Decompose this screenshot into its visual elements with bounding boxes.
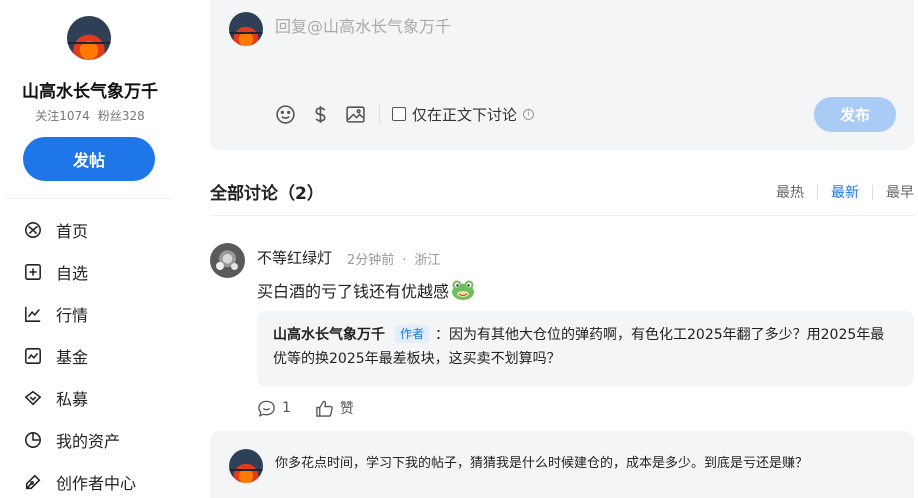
current-user-avatar: [229, 12, 263, 46]
author-reply-box: 山高水长气象万千 作者 ：因为有其他大仓位的弹药啊，有色化工2025年翻了多少？用2…: [257, 311, 914, 386]
following-count[interactable]: 关注1074: [35, 109, 90, 123]
publish-button[interactable]: 发布: [814, 97, 896, 132]
meta-dot: ·: [402, 253, 407, 268]
sidebar: 山高水长气象万千 关注1074 粉丝328 发帖 首页 自选 行情 基金 私募 …: [0, 0, 180, 498]
image-button[interactable]: [344, 103, 366, 125]
frog-emoji-icon: [452, 280, 475, 300]
discuss-in-body-checkbox[interactable]: [392, 107, 406, 121]
image-icon: [345, 105, 365, 123]
comment-bubble-icon: [258, 400, 275, 417]
commenter-avatar[interactable]: [210, 243, 245, 278]
pie-chart-icon: [25, 432, 41, 448]
fund-chart-icon: [25, 348, 41, 364]
comment-meta: 2分钟前 · 浙江: [347, 249, 440, 268]
sidebar-item-watchlist[interactable]: 自选: [0, 251, 180, 293]
discussion-title: 全部讨论（2）: [210, 184, 324, 204]
smiley-icon: [275, 104, 295, 124]
checkbox-label: 仅在正文下讨论: [412, 105, 518, 124]
sidebar-item-label: 基金: [56, 348, 89, 367]
followers-count[interactable]: 粉丝328: [98, 109, 145, 123]
stock-button[interactable]: [309, 103, 331, 125]
comment-reply-button[interactable]: 1: [257, 399, 291, 418]
sort-tabs: 最热 最新 最早: [763, 182, 914, 202]
profile-stats: 关注1074 粉丝328: [0, 107, 180, 124]
like-button[interactable]: 赞: [315, 398, 354, 418]
reply-box[interactable]: 回复@山高水长气象万千 仅在正文下讨论 i 发布: [210, 0, 914, 150]
profile-name[interactable]: 山高水长气象万千: [0, 77, 180, 102]
sort-tab-hot[interactable]: 最热: [763, 182, 817, 202]
like-label: 赞: [339, 401, 354, 417]
discussion-header: 全部讨论（2） 最热 最新 最早: [210, 172, 914, 216]
sidebar-item-label: 我的资产: [56, 432, 121, 451]
trend-chart-icon: [25, 306, 41, 322]
comment-text: 买白酒的亏了钱还有优越感: [257, 278, 475, 302]
author-badge: 作者: [395, 325, 430, 343]
nested-reply-text: 你多花点时间，学习下我的帖子，猜猜我是什么时候建仓的，成本是多少。到底是亏还是赚…: [275, 456, 809, 471]
sidebar-item-creator-center[interactable]: 创作者中心: [0, 461, 180, 498]
pen-icon: [25, 474, 41, 490]
sidebar-item-label: 创作者中心: [56, 474, 137, 493]
post-button[interactable]: 发帖: [23, 137, 155, 181]
comment-time: 2分钟前: [347, 253, 395, 268]
profile-avatar[interactable]: [67, 16, 111, 60]
thumbs-up-icon: [316, 400, 333, 417]
sort-tab-oldest[interactable]: 最早: [873, 182, 914, 202]
sort-tab-newest[interactable]: 最新: [818, 182, 872, 202]
sidebar-item-label: 自选: [56, 264, 89, 283]
sidebar-item-private-fund[interactable]: 私募: [0, 377, 180, 419]
comment-count: 1: [282, 400, 291, 416]
sidebar-item-home[interactable]: 首页: [0, 209, 180, 251]
sidebar-item-label: 行情: [56, 306, 89, 325]
home-icon: [25, 222, 41, 238]
toolbar-divider: [379, 103, 380, 125]
sidebar-item-label: 首页: [56, 222, 89, 241]
page: 山高水长气象万千 关注1074 粉丝328 发帖 首页 自选 行情 基金 私募 …: [0, 0, 918, 498]
sidebar-divider: [6, 198, 172, 199]
comment-text-content: 买白酒的亏了钱还有优越感: [257, 282, 450, 301]
reply-input[interactable]: 回复@山高水长气象万千: [275, 13, 451, 37]
comment-actions: 1 赞: [257, 398, 378, 418]
reply-toolbar: 仅在正文下讨论 i: [274, 100, 535, 128]
add-square-icon: [25, 264, 41, 280]
sidebar-item-label: 私募: [56, 390, 89, 409]
sidebar-item-fund[interactable]: 基金: [0, 335, 180, 377]
info-icon[interactable]: i: [523, 108, 535, 120]
nested-reply-box: 你多花点时间，学习下我的帖子，猜猜我是什么时候建仓的，成本是多少。到底是亏还是赚…: [210, 431, 914, 498]
sidebar-item-assets[interactable]: 我的资产: [0, 419, 180, 461]
sidebar-item-market[interactable]: 行情: [0, 293, 180, 335]
emoji-button[interactable]: [274, 103, 296, 125]
commenter-name[interactable]: 不等红绿灯: [257, 247, 332, 268]
sidebar-nav: 首页 自选 行情 基金 私募 我的资产 创作者中心: [0, 209, 180, 498]
author-avatar[interactable]: [229, 449, 263, 483]
dollar-icon: [314, 105, 326, 123]
reply-author-name[interactable]: 山高水长气象万千: [273, 327, 385, 343]
diamond-icon: [24, 390, 42, 406]
comment-location: 浙江: [414, 253, 441, 268]
